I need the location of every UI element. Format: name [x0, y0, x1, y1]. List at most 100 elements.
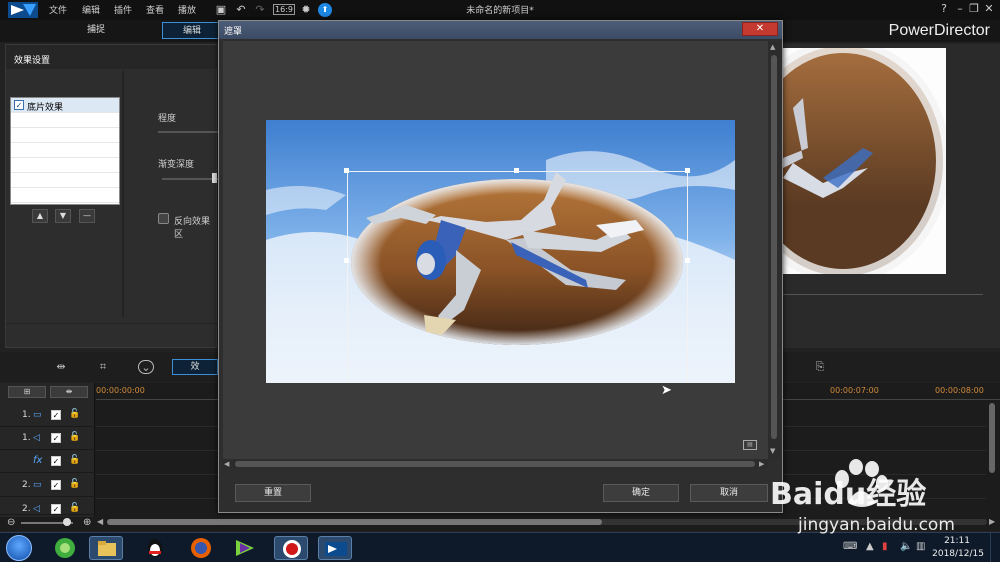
degree-label: 程度: [158, 114, 177, 124]
menu-file[interactable]: 文件: [49, 3, 67, 16]
gradient-slider-handle[interactable]: [212, 173, 217, 183]
zoom-out-icon[interactable]: ⊖: [7, 517, 15, 528]
export-icon[interactable]: ⎘: [812, 360, 828, 374]
gradient-depth-slider[interactable]: [162, 178, 218, 180]
menu-edit[interactable]: 编辑: [82, 3, 100, 16]
menu-view[interactable]: 查看: [146, 3, 164, 16]
panel-divider: [122, 71, 124, 317]
settings-gear-icon[interactable]: ✹: [299, 3, 313, 17]
lock-icon[interactable]: 🔓: [69, 479, 80, 489]
media-app-icon[interactable]: [228, 536, 262, 560]
lock-icon[interactable]: 🔓: [69, 455, 80, 465]
video-track-icon: ▭: [33, 480, 42, 490]
dialog-close-button[interactable]: ✕: [742, 22, 778, 36]
lock-icon[interactable]: 🔓: [69, 432, 80, 442]
mask-handle[interactable]: [685, 168, 690, 173]
fx-track-icon: fx: [33, 455, 43, 466]
lock-icon[interactable]: 🔓: [69, 503, 80, 513]
remove-button[interactable]: —: [79, 209, 95, 223]
track-manager-icon[interactable]: ⊞: [8, 386, 46, 398]
track-enable-checkbox[interactable]: ✓: [51, 410, 61, 420]
menu-play[interactable]: 播放: [178, 3, 196, 16]
show-desktop-button[interactable]: [990, 533, 1000, 562]
canvas-horizontal-scrollbar[interactable]: ◀ ▶: [223, 459, 768, 469]
powerdirector-taskbar-icon[interactable]: [318, 536, 352, 560]
canvas-vertical-scrollbar[interactable]: ▲ ▼: [768, 41, 780, 459]
track-row: 2. ▭ ✓ 🔓: [0, 475, 95, 497]
ok-button[interactable]: 确定: [603, 484, 679, 502]
dialog-title: 遮罩: [219, 21, 782, 39]
app-360-icon[interactable]: [48, 536, 82, 560]
lock-icon[interactable]: 🔓: [69, 409, 80, 419]
upgrade-icon[interactable]: ⬆: [318, 3, 332, 17]
redo-icon[interactable]: ↷: [253, 3, 267, 17]
crop-icon[interactable]: ⌗: [95, 360, 111, 374]
list-item: [11, 113, 119, 128]
track-enable-checkbox[interactable]: ✓: [51, 504, 61, 514]
list-item: [11, 158, 119, 173]
network-icon[interactable]: ▮: [882, 541, 888, 552]
tab-edit[interactable]: 编辑: [162, 22, 222, 39]
volume-icon[interactable]: 🔈: [900, 541, 912, 552]
restore-icon[interactable]: ❐: [967, 2, 981, 16]
mask-handle[interactable]: [514, 168, 519, 173]
scrollbar-thumb[interactable]: [771, 55, 777, 439]
undo-icon[interactable]: ↶: [234, 3, 248, 17]
move-up-button[interactable]: ▲: [32, 209, 48, 223]
effect-settings-title: 效果设置: [6, 45, 218, 69]
close-window-icon[interactable]: ✕: [982, 2, 996, 16]
watermark-brand: Baidu经验: [770, 477, 927, 512]
fit-timeline-icon[interactable]: ⇼: [50, 386, 88, 398]
menu-plugins[interactable]: 插件: [114, 3, 132, 16]
help-icon[interactable]: ?: [937, 2, 951, 16]
dropdown-circle-icon[interactable]: ⌄: [138, 360, 154, 374]
language-icon[interactable]: ▥: [916, 541, 925, 552]
move-down-button[interactable]: ▼: [55, 209, 71, 223]
scrollbar-thumb[interactable]: [235, 461, 755, 467]
mask-selection-box[interactable]: [347, 171, 688, 383]
track-enable-checkbox[interactable]: ✓: [51, 433, 61, 443]
aspect-ratio-icon[interactable]: 16:9: [273, 4, 295, 15]
zoom-in-icon[interactable]: ⊕: [83, 517, 91, 528]
zoom-slider-handle[interactable]: [63, 518, 71, 526]
masked-photo: [266, 120, 735, 383]
timecode-label: 00:00:00:00: [96, 386, 145, 395]
minimize-icon[interactable]: –: [953, 2, 967, 16]
degree-slider[interactable]: [158, 131, 218, 133]
effect-tab-button[interactable]: 效: [172, 359, 218, 375]
qq-icon[interactable]: [138, 536, 172, 560]
screen-recorder-icon[interactable]: [274, 536, 308, 560]
mask-handle[interactable]: [344, 168, 349, 173]
reset-button[interactable]: 重置: [235, 484, 311, 502]
firefox-icon[interactable]: [184, 536, 218, 560]
list-item[interactable]: ✓ 底片效果: [11, 98, 119, 113]
scroll-up-icon[interactable]: ▲: [770, 43, 775, 51]
scroll-right-icon[interactable]: ▶: [759, 460, 764, 468]
keyboard-icon[interactable]: ⌨: [843, 541, 857, 552]
tab-capture[interactable]: 捕捉: [66, 22, 126, 39]
track-enable-checkbox[interactable]: ✓: [51, 456, 61, 466]
scroll-down-icon[interactable]: ▼: [770, 447, 775, 455]
scroll-left-icon[interactable]: ◀: [97, 517, 103, 526]
save-icon[interactable]: ▣: [214, 3, 228, 17]
mask-handle[interactable]: [685, 258, 690, 263]
mask-handle[interactable]: [344, 258, 349, 263]
track-row: 2. ◁ ✓ 🔓: [0, 499, 95, 515]
scroll-left-icon[interactable]: ◀: [224, 460, 229, 468]
invert-checkbox[interactable]: [158, 213, 169, 224]
file-explorer-icon[interactable]: [89, 536, 123, 560]
track-number: 1.: [22, 433, 31, 443]
track-enable-checkbox[interactable]: ✓: [51, 480, 61, 490]
invert-effect-label: 反向效果区: [174, 217, 211, 240]
clock-time[interactable]: 21:11: [944, 536, 970, 546]
clock-date[interactable]: 2018/12/15: [932, 549, 984, 559]
split-icon[interactable]: ⇹: [53, 360, 69, 374]
start-button-icon[interactable]: [6, 535, 32, 561]
tray-expand-icon[interactable]: ▲: [866, 541, 874, 552]
preview-area: [783, 44, 1000, 348]
effect-checkbox[interactable]: ✓: [14, 100, 24, 110]
list-item: [11, 143, 119, 158]
scrollbar-thumb[interactable]: [107, 519, 602, 525]
fit-view-icon[interactable]: ▤: [743, 440, 757, 450]
cancel-button[interactable]: 取消: [690, 484, 768, 502]
